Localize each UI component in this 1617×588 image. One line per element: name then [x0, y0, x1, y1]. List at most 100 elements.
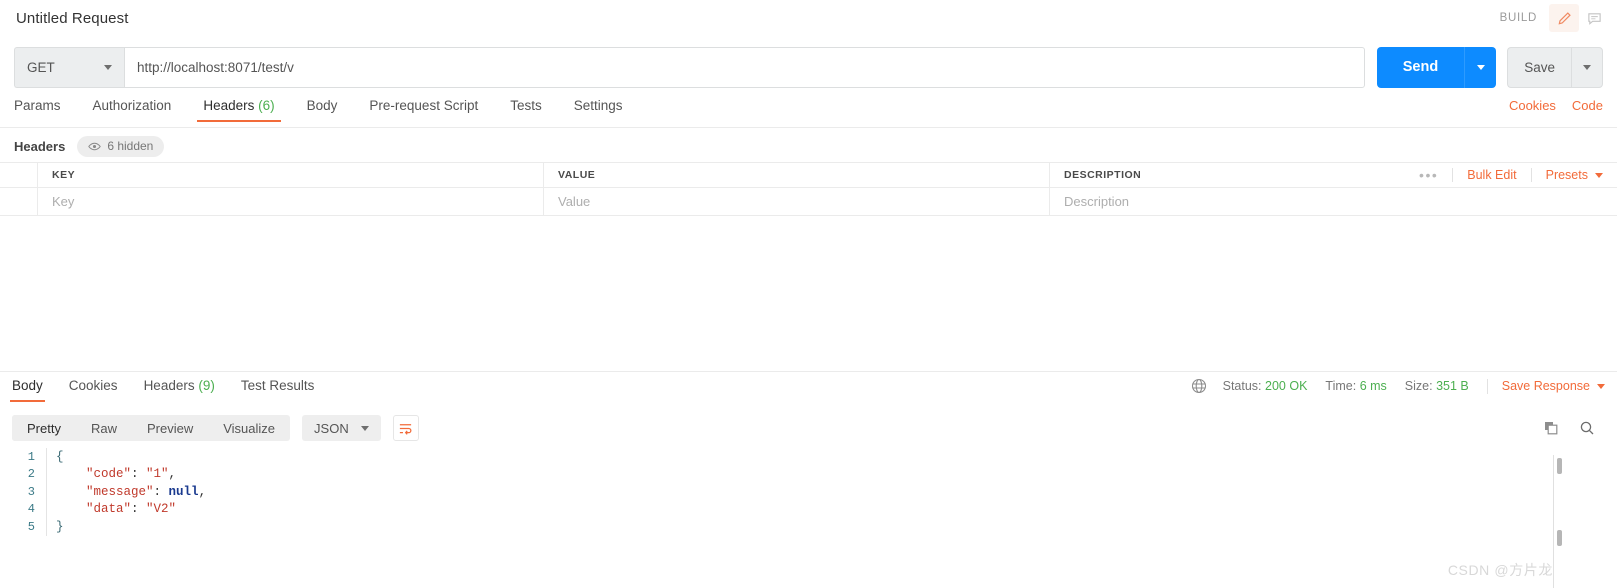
- build-label: BUILD: [1499, 12, 1537, 24]
- description-input[interactable]: Description: [1050, 188, 1617, 215]
- send-button[interactable]: Send: [1376, 46, 1465, 88]
- chevron-down-icon: [104, 64, 112, 70]
- headers-section-row: Headers 6 hidden: [0, 133, 1617, 159]
- response-tab-cookies[interactable]: Cookies: [69, 378, 118, 402]
- response-tab-test-results[interactable]: Test Results: [241, 378, 315, 402]
- column-value: VALUE: [544, 163, 1050, 187]
- chevron-down-icon: [1583, 64, 1591, 70]
- response-tab-headers[interactable]: Headers (9): [144, 378, 215, 402]
- search-icon[interactable]: [1579, 420, 1595, 436]
- view-visualize-button[interactable]: Visualize: [208, 415, 290, 441]
- save-dropdown-button[interactable]: [1571, 46, 1603, 88]
- tab-authorization[interactable]: Authorization: [93, 98, 172, 122]
- chevron-down-icon: [1476, 64, 1485, 70]
- time-badge: Time: 6 ms: [1325, 379, 1386, 393]
- copy-icon[interactable]: [1543, 420, 1559, 436]
- comment-icon[interactable]: [1579, 4, 1609, 32]
- request-tabs-links: Cookies Code: [1509, 98, 1617, 113]
- code-token-str: "1": [146, 467, 169, 482]
- code-text: "data": "V2": [47, 502, 176, 516]
- title-bar-actions: BUILD: [1500, 0, 1617, 36]
- code-text: "message": null,: [47, 485, 206, 499]
- tab-body[interactable]: Body: [307, 98, 338, 122]
- tab-label: Cookies: [68, 378, 118, 393]
- table-row[interactable]: Key Value Description: [0, 188, 1617, 216]
- line-number: 5: [27, 519, 35, 534]
- tab-headers[interactable]: Headers (6): [197, 98, 281, 122]
- code-link[interactable]: Code: [1572, 98, 1603, 113]
- response-tabs: Body Cookies Headers (9) Test Results St…: [0, 378, 1617, 408]
- watermark: CSDN @方片龙: [1447, 562, 1553, 578]
- tab-label: Params: [14, 98, 61, 113]
- tab-pre-request-script[interactable]: Pre-request Script: [369, 98, 478, 122]
- code-token-key: "data": [56, 502, 132, 517]
- time-label: Time:: [1325, 379, 1357, 393]
- presets-button[interactable]: Presets: [1532, 168, 1617, 182]
- tab-params[interactable]: Params: [14, 98, 61, 122]
- response-body-toolbar: Pretty Raw Preview Visualize JSON: [0, 414, 1617, 442]
- code-line: 4 "data": "V2": [0, 500, 1617, 518]
- chevron-down-icon: [1595, 172, 1603, 178]
- code-line: 1{: [0, 448, 1617, 466]
- tab-tests[interactable]: Tests: [510, 98, 542, 122]
- code-token-punc: ,: [198, 484, 207, 499]
- column-label: VALUE: [558, 169, 596, 181]
- line-number: 1: [27, 449, 35, 464]
- row-checkbox-cell[interactable]: [0, 188, 38, 215]
- column-label: KEY: [52, 169, 76, 181]
- method-label: GET: [27, 59, 55, 75]
- url-bar: GET http://localhost:8071/test/v Send Sa…: [0, 46, 1617, 88]
- word-wrap-icon[interactable]: [392, 415, 419, 441]
- view-raw-button[interactable]: Raw: [76, 415, 132, 441]
- response-meta: Status: 200 OK Time: 6 ms Size: 351 B Sa…: [1191, 378, 1617, 394]
- globe-icon[interactable]: [1191, 378, 1207, 394]
- ellipsis-icon[interactable]: •••: [1405, 167, 1452, 183]
- tab-label: Headers: [203, 98, 255, 113]
- save-response-button[interactable]: Save Response: [1502, 379, 1605, 393]
- value-input[interactable]: Value: [544, 188, 1050, 215]
- column-key: KEY: [38, 163, 544, 187]
- format-select[interactable]: JSON: [302, 415, 381, 441]
- url-value: http://localhost:8071/test/v: [137, 59, 294, 75]
- pencil-icon[interactable]: [1549, 4, 1579, 32]
- response-body-code[interactable]: 1{2 "code": "1", 3 "message": null, 4 "dat…: [0, 448, 1617, 588]
- code-token-punc: ,: [168, 467, 177, 482]
- url-input[interactable]: http://localhost:8071/test/v: [124, 46, 1365, 88]
- send-button-group: Send: [1376, 46, 1497, 88]
- code-text: "code": "1",: [47, 467, 176, 481]
- status-badge: Status: 200 OK: [1223, 379, 1308, 393]
- status-value: 200 OK: [1265, 379, 1308, 393]
- headers-table: KEY VALUE DESCRIPTION ••• Bulk Edit Pres…: [0, 162, 1617, 216]
- column-description: DESCRIPTION ••• Bulk Edit Presets: [1050, 163, 1617, 187]
- response-tab-body[interactable]: Body: [10, 378, 45, 402]
- presets-label: Presets: [1545, 168, 1588, 182]
- postman-window: Untitled Request BUILD GET http://localh…: [0, 0, 1617, 588]
- tab-label: Pre-request Script: [369, 98, 479, 113]
- line-number: 3: [27, 484, 35, 499]
- tab-label: Settings: [573, 98, 623, 113]
- code-line: 2 "code": "1",: [0, 465, 1617, 483]
- view-preview-button[interactable]: Preview: [132, 415, 208, 441]
- tab-settings[interactable]: Settings: [574, 98, 623, 122]
- hidden-headers-toggle[interactable]: 6 hidden: [77, 135, 165, 157]
- code-text: {: [47, 450, 64, 464]
- table-header-actions: ••• Bulk Edit Presets: [1405, 163, 1617, 187]
- scrollbar-thumb-top[interactable]: [1557, 458, 1562, 474]
- scrollbar-thumb-bottom[interactable]: [1557, 530, 1562, 546]
- status-label: Status:: [1222, 379, 1262, 393]
- tab-label: Authorization: [92, 98, 172, 113]
- send-dropdown-button[interactable]: [1464, 46, 1497, 88]
- time-value: 6 ms: [1359, 379, 1387, 393]
- cookies-link[interactable]: Cookies: [1509, 98, 1556, 113]
- key-input[interactable]: Key: [38, 188, 544, 215]
- tab-count: (9): [198, 378, 215, 393]
- tab-label: Headers: [143, 378, 195, 393]
- tab-label: Test Results: [240, 378, 315, 393]
- method-select[interactable]: GET: [14, 46, 124, 88]
- description-placeholder: Description: [1064, 194, 1130, 209]
- view-pretty-button[interactable]: Pretty: [12, 415, 76, 441]
- bulk-edit-button[interactable]: Bulk Edit: [1453, 168, 1530, 182]
- chevron-down-icon: [360, 425, 369, 431]
- save-button[interactable]: Save: [1507, 46, 1571, 88]
- line-number: 2: [27, 467, 35, 482]
